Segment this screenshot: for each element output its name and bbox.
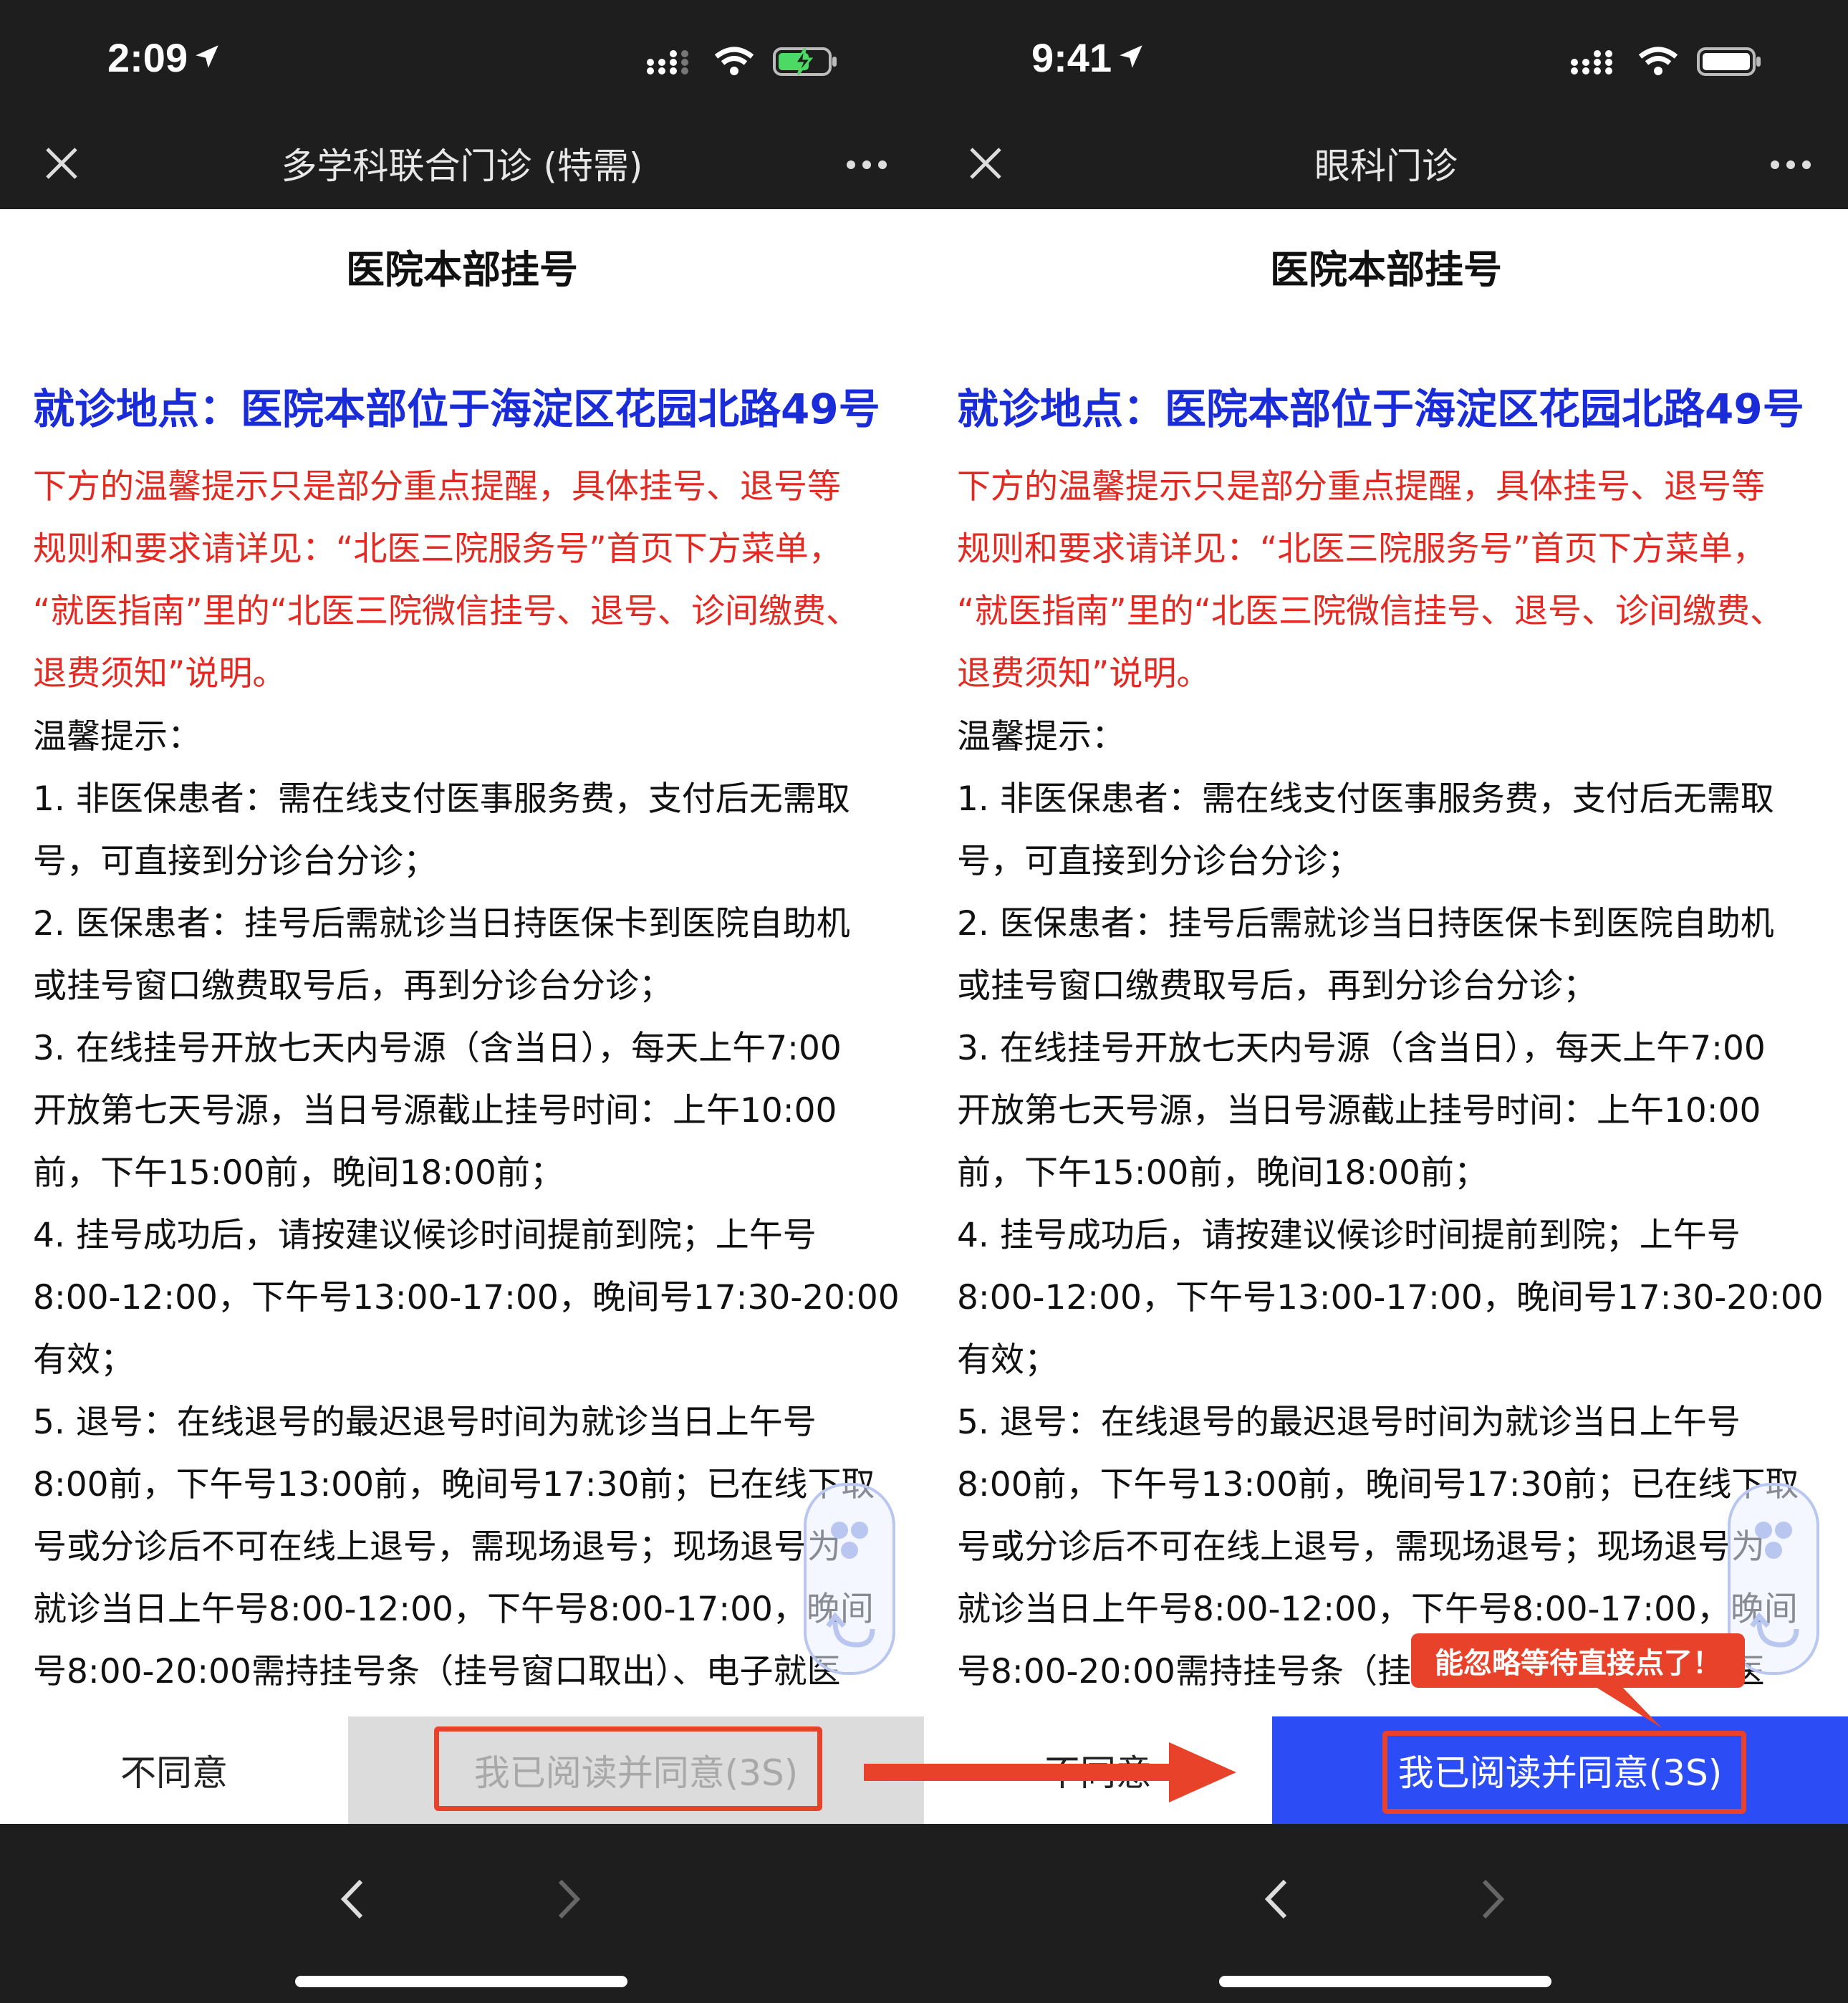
back-icon[interactable] xyxy=(1255,1867,1298,1931)
tip-line: 3. 在线挂号开放七天内号源（含当日），每天上午7:00 xyxy=(33,1029,842,1068)
wifi-icon xyxy=(713,47,755,80)
tip-line: 8:00-12:00，下午号13:00-17:00，晚间号17:30-20:00 xyxy=(33,1278,900,1317)
tip-line: 号，可直接到分诊台分诊； xyxy=(33,842,437,881)
tip-line: 号或分诊后不可在线上退号，需现场退号；现场退号为 xyxy=(957,1527,1765,1567)
left-phone-screen: 2:09 多学科联合门诊 (特需) 医院本部挂号 就诊地点：医院本部位于海淀区花… xyxy=(0,0,924,2003)
location-text: 就诊地点：医院本部位于海淀区花园北路49号 xyxy=(957,385,1804,433)
page-title: 医院本部挂号 xyxy=(1270,247,1502,292)
status-icons xyxy=(646,46,838,80)
nav-title: 眼科门诊 xyxy=(1314,145,1458,187)
status-time: 9:41 xyxy=(1031,34,1146,81)
tip-line: 3. 在线挂号开放七天内号源（含当日），每天上午7:00 xyxy=(957,1029,1766,1068)
agreement-content[interactable]: 医院本部挂号 就诊地点：医院本部位于海淀区花园北路49号 下方的温馨提示只是部分… xyxy=(924,209,1848,1716)
tip-line: 号或分诊后不可在线上退号，需现场退号；现场退号为 xyxy=(33,1527,841,1567)
nav-title: 多学科联合门诊 (特需) xyxy=(281,145,643,187)
tip-line: 8:00前，下午号13:00前，晚间号17:30前；已在线下取 xyxy=(33,1465,875,1504)
notice-line: “就医指南”里的“北医三院微信挂号、退号、诊间缴费、 xyxy=(33,592,860,631)
tip-line: 2. 医保患者：挂号后需就诊当日持医保卡到医院自助机 xyxy=(957,904,1774,943)
notice-line: 退费须知”说明。 xyxy=(33,654,287,693)
notice-text: 下方的温馨提示只是部分重点提醒，具体挂号、退号等 规则和要求请详见：“北医三院服… xyxy=(957,456,1816,705)
wifi-icon xyxy=(1637,47,1679,80)
tip-line: 8:00前，下午号13:00前，晚间号17:30前；已在线下取 xyxy=(957,1465,1799,1504)
tip-line: 或挂号窗口缴费取号后，再到分诊台分诊； xyxy=(33,966,673,1006)
more-icon[interactable] xyxy=(845,158,888,172)
battery-icon xyxy=(1696,46,1762,80)
tip-line: 5. 退号：在线退号的最迟退号时间为就诊当日上午号 xyxy=(957,1403,1741,1442)
notice-line: “就医指南”里的“北医三院微信挂号、退号、诊间缴费、 xyxy=(957,592,1784,631)
browser-nav-bar xyxy=(0,1824,924,2003)
tip-line: 开放第七天号源，当日号源截止挂号时间：上午10:00 xyxy=(957,1091,1761,1130)
tip-line: 2. 医保患者：挂号后需就诊当日持医保卡到医院自助机 xyxy=(33,904,850,943)
left-agree-highlight-box xyxy=(434,1726,822,1811)
forward-icon[interactable] xyxy=(1471,1867,1514,1931)
location-arrow-icon xyxy=(192,34,222,81)
tip-line: 有效； xyxy=(33,1340,134,1380)
status-icons xyxy=(1570,46,1762,80)
annotation-callout: 能忽略等待直接点了！ xyxy=(1411,1633,1745,1688)
forward-icon[interactable] xyxy=(547,1867,590,1931)
back-icon[interactable] xyxy=(331,1867,374,1931)
home-indicator xyxy=(295,1976,627,1987)
notice-line: 规则和要求请详见：“北医三院服务号”首页下方菜单， xyxy=(957,529,1766,569)
tip-line: 号，可直接到分诊台分诊； xyxy=(957,842,1361,881)
status-bar: 2:09 xyxy=(0,0,924,115)
tip-line: 或挂号窗口缴费取号后，再到分诊台分诊； xyxy=(957,966,1597,1006)
nav-bar: 多学科联合门诊 (特需) xyxy=(0,122,924,208)
right-phone-screen: 9:41 眼科门诊 医院本部挂号 就诊地点：医院本部位于海淀区花园北路49号 下… xyxy=(924,0,1848,2003)
tip-line: 号8:00-20:00需持挂号条（挂号窗口取出）、电子就医 xyxy=(33,1652,841,1691)
tip-line: 有效； xyxy=(957,1340,1058,1380)
tip-line: 就诊当日上午号8:00-12:00，下午号8:00-17:00，晚间 xyxy=(957,1590,1798,1629)
notice-line: 下方的温馨提示只是部分重点提醒，具体挂号、退号等 xyxy=(33,467,841,506)
signal-icon xyxy=(1570,47,1620,79)
callout-tail-icon xyxy=(1590,1683,1662,1728)
nav-bar: 眼科门诊 xyxy=(924,122,1848,208)
notice-text: 下方的温馨提示只是部分重点提醒，具体挂号、退号等 规则和要求请详见：“北医三院服… xyxy=(33,456,892,705)
tips-text: 温馨提示： 1. 非医保患者：需在线支付医事服务费，支付后无需取 号，可直接到分… xyxy=(33,706,900,1703)
tip-line: 5. 退号：在线退号的最迟退号时间为就诊当日上午号 xyxy=(33,1403,817,1442)
location-text: 就诊地点：医院本部位于海淀区花园北路49号 xyxy=(33,385,880,433)
tip-line: 开放第七天号源，当日号源截止挂号时间：上午10:00 xyxy=(33,1091,837,1130)
tip-line: 温馨提示： xyxy=(957,717,1125,756)
tip-line: 4. 挂号成功后，请按建议候诊时间提前到院；上午号 xyxy=(33,1216,817,1255)
disagree-button[interactable]: 不同意 xyxy=(0,1716,348,1824)
tip-line: 前，下午15:00前，晚间18:00前； xyxy=(957,1153,1488,1193)
tip-line: 8:00-12:00，下午号13:00-17:00，晚间号17:30-20:00 xyxy=(957,1278,1824,1317)
tip-line: 4. 挂号成功后，请按建议候诊时间提前到院；上午号 xyxy=(957,1216,1741,1255)
tip-line: 就诊当日上午号8:00-12:00，下午号8:00-17:00，晚间 xyxy=(33,1590,874,1629)
right-agree-highlight-box xyxy=(1382,1731,1746,1814)
tip-line: 1. 非医保患者：需在线支付医事服务费，支付后无需取 xyxy=(33,779,850,819)
notice-line: 规则和要求请详见：“北医三院服务号”首页下方菜单， xyxy=(33,529,842,569)
signal-icon xyxy=(646,47,696,79)
tip-line: 温馨提示： xyxy=(33,717,201,756)
page-title: 医院本部挂号 xyxy=(346,247,578,292)
notice-line: 下方的温馨提示只是部分重点提醒，具体挂号、退号等 xyxy=(957,467,1765,506)
status-time: 2:09 xyxy=(107,34,222,81)
notice-line: 退费须知”说明。 xyxy=(957,654,1211,693)
more-icon[interactable] xyxy=(1769,158,1812,172)
floating-assistant-widget[interactable] xyxy=(804,1483,895,1675)
annotation-arrow-icon xyxy=(864,1742,1236,1802)
battery-icon xyxy=(772,46,838,80)
browser-nav-bar xyxy=(924,1824,1848,2003)
agreement-content[interactable]: 医院本部挂号 就诊地点：医院本部位于海淀区花园北路49号 下方的温馨提示只是部分… xyxy=(0,209,924,1716)
tip-line: 1. 非医保患者：需在线支付医事服务费，支付后无需取 xyxy=(957,779,1774,819)
tips-text: 温馨提示： 1. 非医保患者：需在线支付医事服务费，支付后无需取 号，可直接到分… xyxy=(957,706,1824,1703)
location-arrow-icon xyxy=(1116,34,1146,81)
tip-line: 前，下午15:00前，晚间18:00前； xyxy=(33,1153,564,1193)
status-bar: 9:41 xyxy=(924,0,1848,115)
home-indicator xyxy=(1219,1976,1551,1987)
